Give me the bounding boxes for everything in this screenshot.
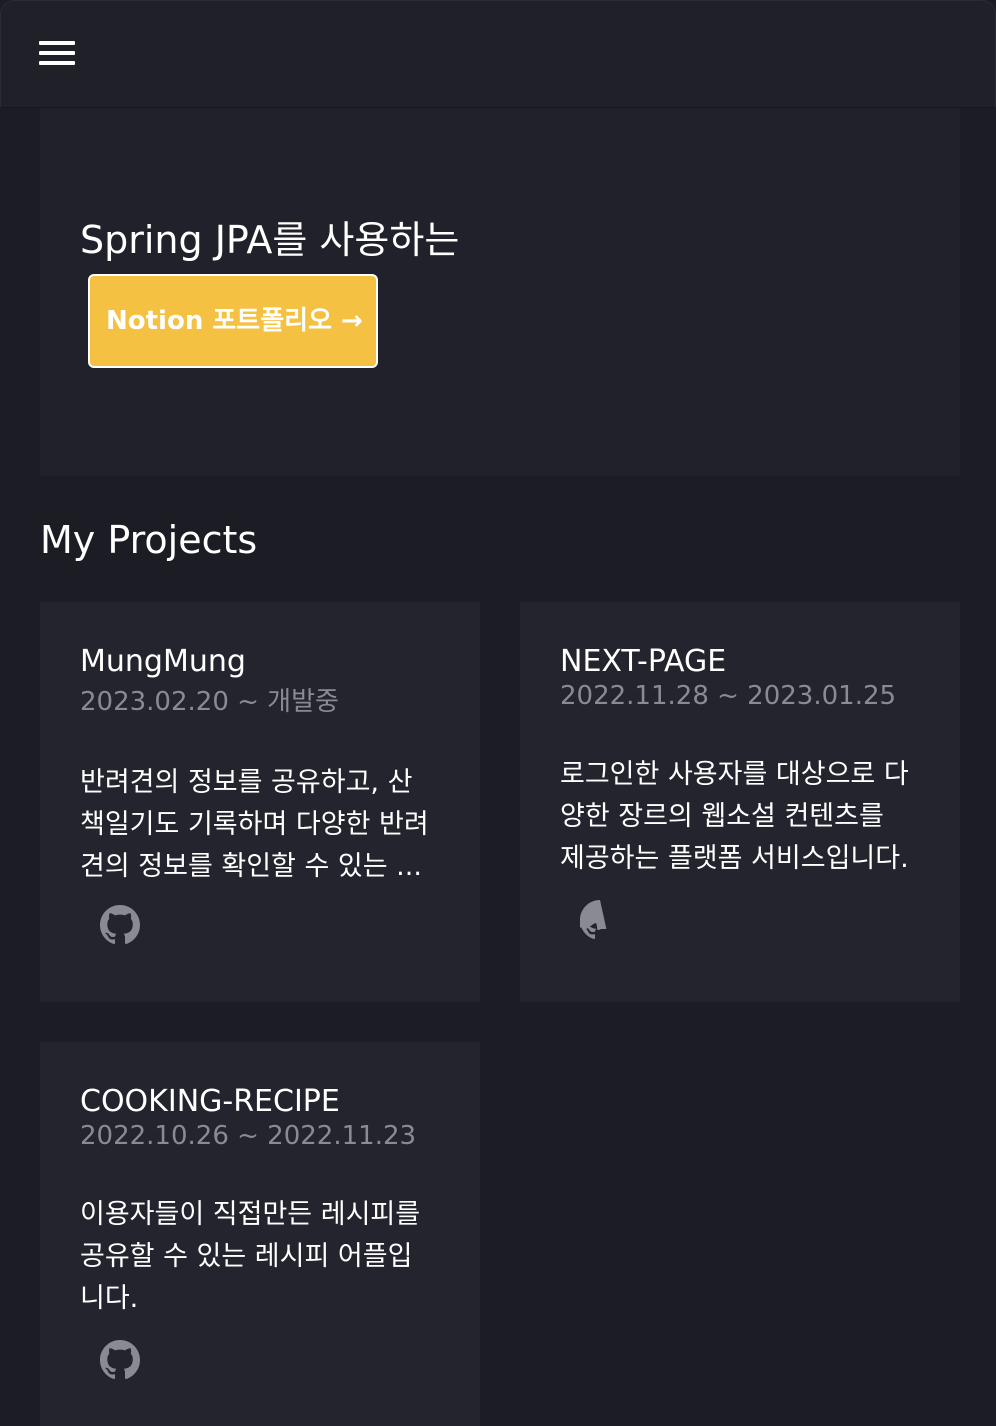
project-card-cooking-recipe[interactable]: COOKING-RECIPE 2022.10.26 ~ 2022.11.23 이…: [40, 1042, 480, 1426]
menu-bar-line: [39, 61, 75, 65]
description-line: 견의 정보를 확인할 수 있는 ...: [80, 851, 422, 882]
description-line: 공유할 수 있는 레시피 어플입: [80, 1241, 413, 1272]
menu-bar-line: [39, 41, 75, 45]
description-line: 이용자들이 직접만든 레시피를: [80, 1199, 421, 1230]
description-line: 니다.: [80, 1283, 139, 1314]
description-line: 제공하는 플랫폼 서비스입니다.: [560, 843, 909, 874]
github-icon[interactable]: [100, 1340, 140, 1380]
hero-section: Spring JPA를 사용하는 Notion 포트폴리오 →: [40, 108, 960, 476]
github-icon[interactable]: [580, 900, 620, 940]
description-line: 반려견의 정보를 공유하고, 산: [80, 767, 413, 798]
project-card-mungmung[interactable]: MungMung 2023.02.20 ~ 개발중 반려견의 정보를 공유하고,…: [40, 602, 480, 1002]
hamburger-menu-icon[interactable]: [39, 41, 75, 65]
hero-title: Spring JPA를 사용하는: [80, 218, 460, 262]
description-line: 로그인한 사용자를 대상으로 다: [560, 759, 909, 790]
project-card-next-page[interactable]: NEXT-PAGE 2022.11.28 ~ 2023.01.25 로그인한 사…: [520, 602, 960, 1002]
project-title[interactable]: COOKING-RECIPE: [80, 1082, 340, 1122]
project-description: 로그인한 사용자를 대상으로 다 양한 장르의 웹소설 컨텐츠를 제공하는 플랫…: [560, 754, 932, 880]
project-description: 반려견의 정보를 공유하고, 산 책일기도 기록하며 다양한 반려 견의 정보를…: [80, 762, 452, 888]
project-description: 이용자들이 직접만든 레시피를 공유할 수 있는 레시피 어플입 니다.: [80, 1194, 452, 1320]
github-icon[interactable]: [100, 905, 140, 945]
project-date: 2022.11.28 ~ 2023.01.25: [560, 681, 897, 711]
description-line: 책일기도 기록하며 다양한 반려: [80, 809, 429, 840]
project-title[interactable]: NEXT-PAGE: [560, 642, 726, 682]
project-date: 2023.02.20 ~ 개발중: [80, 687, 339, 717]
top-bar: [0, 0, 996, 108]
menu-bar-line: [39, 51, 75, 55]
projects-heading: My Projects: [40, 518, 258, 562]
project-title[interactable]: MungMung: [80, 642, 246, 682]
project-date: 2022.10.26 ~ 2022.11.23: [80, 1121, 417, 1151]
description-line: 양한 장르의 웹소설 컨텐츠를: [560, 801, 884, 832]
notion-portfolio-button[interactable]: Notion 포트폴리오 →: [88, 274, 378, 368]
